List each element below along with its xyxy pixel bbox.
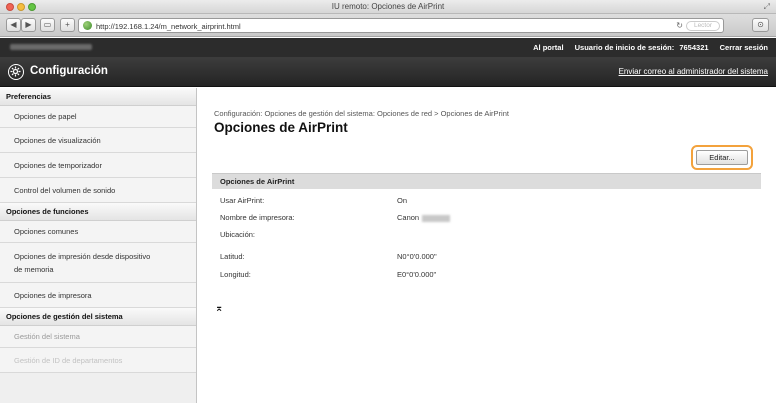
sidebar-item-volume[interactable]: Control del volumen de sonido (0, 178, 196, 203)
reload-icon[interactable]: ↻ (676, 21, 683, 30)
section-header: Opciones de AirPrint (212, 173, 761, 189)
url-text[interactable]: http://192.168.1.24/m_network_airprint.h… (96, 22, 241, 31)
sidebar-item-memory-print[interactable]: Opciones de impresión desde dispositivo … (0, 243, 196, 283)
bookmarks-icon[interactable]: ▭ (40, 18, 55, 32)
prop-label-location: Ubicación: (220, 230, 256, 239)
prop-label-latitude: Latitud: (220, 252, 245, 261)
prop-value-latitude: N0°0'0.000" (397, 252, 437, 261)
edit-button[interactable]: Editar... (696, 150, 748, 165)
login-label: Usuario de inicio de sesión: (574, 43, 675, 52)
top-bar: Al portal Usuario de inicio de sesión: 7… (0, 38, 776, 57)
sidebar: Preferencias Opciones de papel Opciones … (0, 88, 197, 403)
sidebar-item-common[interactable]: Opciones comunes (0, 221, 196, 243)
back-button[interactable]: ◀ (6, 18, 21, 32)
fullscreen-icon[interactable]: ⤢ (764, 2, 770, 12)
logout-link[interactable]: Cerrar sesión (720, 43, 768, 52)
sidebar-item-paper[interactable]: Opciones de papel (0, 106, 196, 128)
downloads-icon[interactable]: ⊙ (752, 18, 769, 32)
gear-icon (8, 64, 24, 80)
settings-title: Configuración (30, 65, 108, 77)
site-icon (83, 21, 92, 30)
go-to-top-icon[interactable]: ⌅ (215, 303, 223, 314)
forward-button[interactable]: ▶ (21, 18, 36, 32)
reader-button[interactable]: Lector (686, 21, 720, 31)
sidebar-item-printer[interactable]: Opciones de impresora (0, 283, 196, 308)
add-bookmark-button[interactable]: + (60, 18, 75, 32)
prop-label-printer-name: Nombre de impresora: (220, 213, 295, 222)
prop-value-printer-name: Canon (397, 213, 420, 222)
sidebar-section-system: Opciones de gestión del sistema (0, 308, 196, 326)
user-area: Al portal Usuario de inicio de sesión: 7… (524, 43, 768, 52)
window-title: IU remoto: Opciones de AirPrint (331, 2, 445, 11)
settings-header: Configuración Enviar correo al administr… (0, 57, 776, 87)
login-user: 7654321 (679, 43, 709, 52)
device-name-redacted (10, 44, 92, 50)
sidebar-item-timer[interactable]: Opciones de temporizador (0, 153, 196, 178)
main-content: Configuración: Opciones de gestión del s… (198, 88, 776, 403)
browser-toolbar: ◀ ▶ ▭ + http://192.168.1.24/m_network_ai… (0, 14, 776, 37)
sidebar-section-functions: Opciones de funciones (0, 203, 196, 221)
prop-value-printer-name-wrap: Canon (397, 213, 451, 222)
mail-admin-link[interactable]: Enviar correo al administrador del siste… (619, 67, 768, 76)
prop-value-longitude: E0°0'0.000" (397, 270, 437, 279)
prop-label-longitude: Longitud: (220, 270, 251, 279)
sidebar-section-preferences: Preferencias (0, 88, 196, 106)
prop-label-use-airprint: Usar AirPrint: (220, 196, 265, 205)
window-titlebar: IU remoto: Opciones de AirPrint ⤢ (0, 0, 776, 14)
sidebar-item-display[interactable]: Opciones de visualización (0, 128, 196, 153)
printer-model-redacted (422, 214, 451, 222)
sidebar-item-system-mgmt[interactable]: Gestión del sistema (0, 326, 196, 348)
edit-button-highlight: Editar... (691, 145, 753, 170)
address-bar[interactable]: http://192.168.1.24/m_network_airprint.h… (78, 18, 724, 33)
prop-value-use-airprint: On (397, 196, 408, 205)
breadcrumb: Configuración: Opciones de gestión del s… (214, 109, 509, 118)
portal-link[interactable]: Al portal (533, 43, 563, 52)
sidebar-item-dept-id[interactable]: Gestión de ID de departamentos (0, 348, 196, 373)
page-title: Opciones de AirPrint (214, 120, 348, 135)
